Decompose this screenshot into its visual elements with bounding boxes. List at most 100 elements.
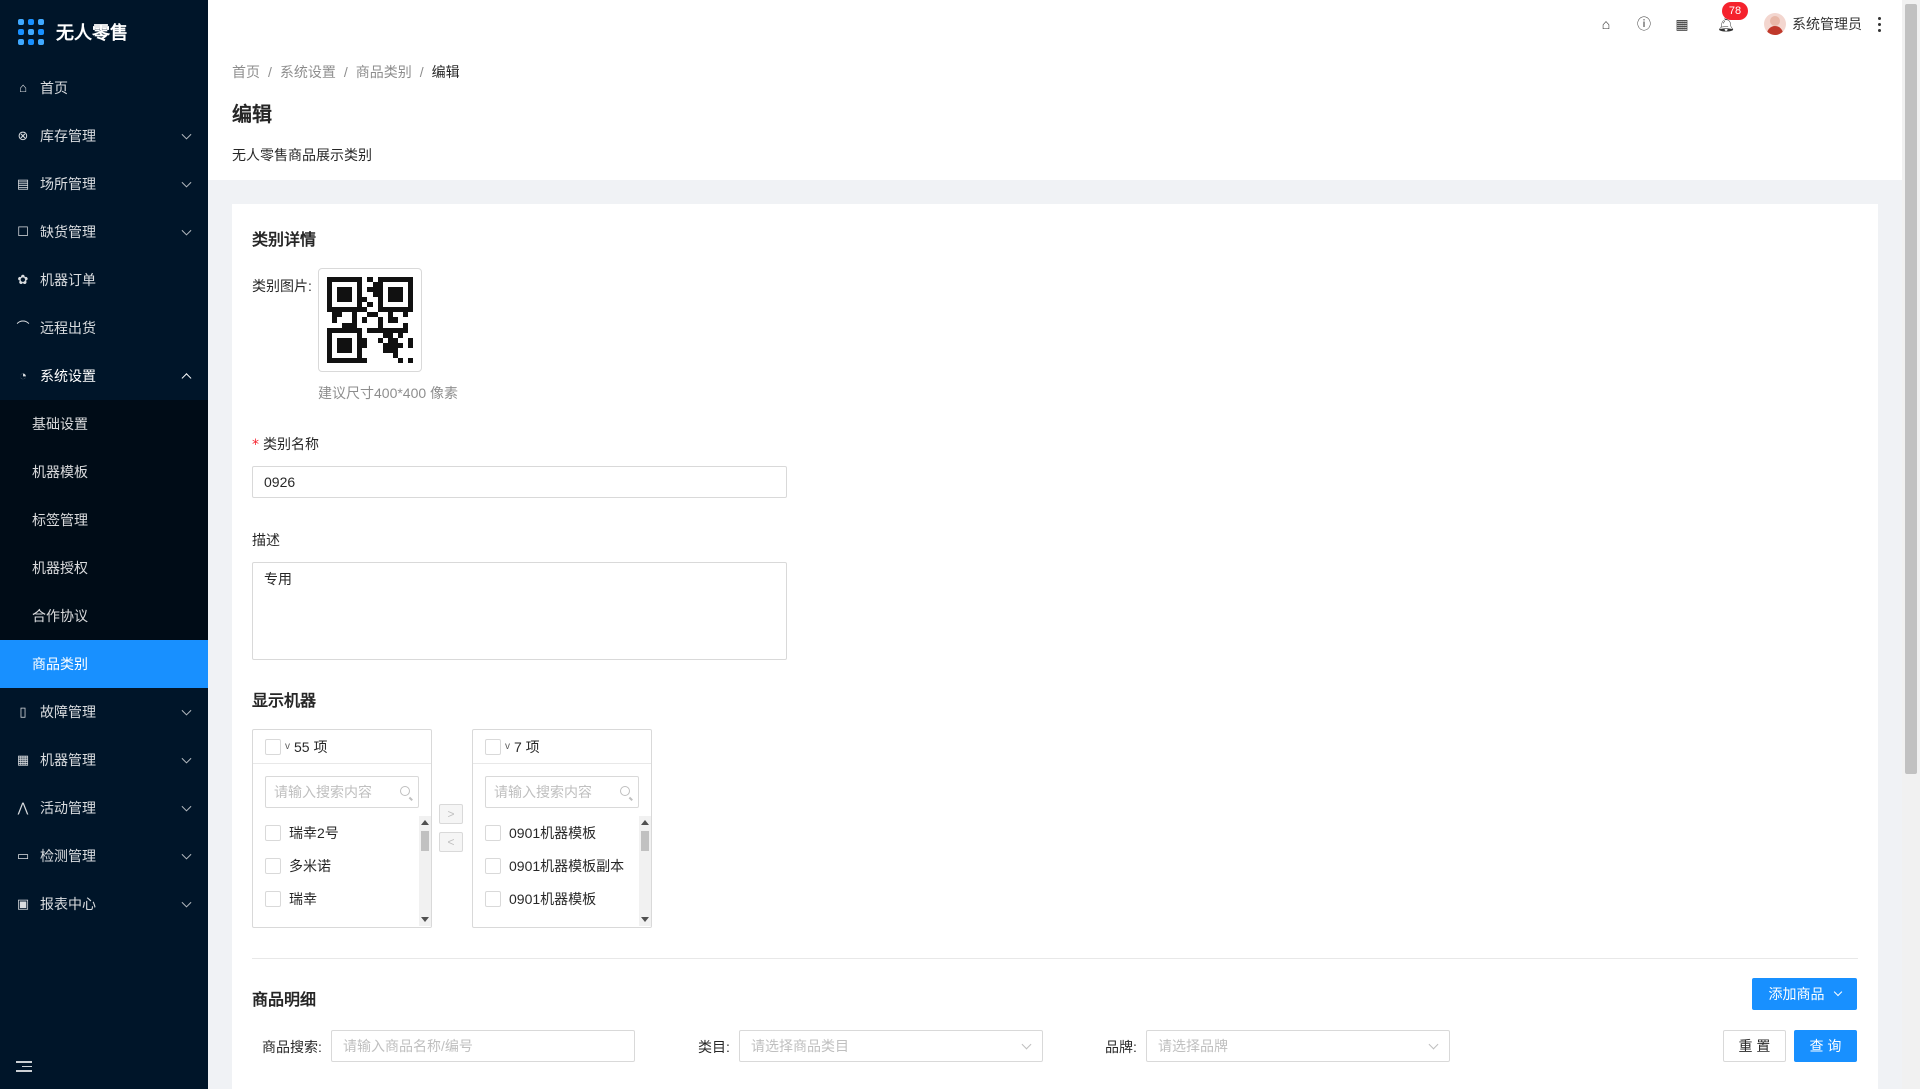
sidebar-item-label: 库存管理 <box>40 128 96 144</box>
sidebar-item-label: 故障管理 <box>40 704 96 720</box>
sidebar-item-report[interactable]: ▣ 报表中心 <box>0 880 208 928</box>
notification-bell-icon[interactable]: 🔔︎ 78 <box>1717 2 1748 32</box>
category-label: 类目: <box>698 1039 730 1055</box>
sidebar-item-venue[interactable]: ▤ 场所管理 <box>0 160 208 208</box>
select-all-checkbox[interactable] <box>265 738 281 755</box>
apps-grid-icon[interactable]: ▦ <box>1674 16 1690 32</box>
sidebar-item-label: 活动管理 <box>40 800 96 816</box>
caret-down-icon[interactable]: v <box>285 741 290 752</box>
activity-icon: ⋀ <box>17 800 29 815</box>
sidebar-item-product-category[interactable]: 商品类别 <box>0 640 208 688</box>
source-items: 瑞幸2号 多米诺 瑞幸 <box>253 816 431 926</box>
page-title: 编辑 <box>232 104 272 126</box>
more-vertical-icon[interactable] <box>1878 16 1882 32</box>
list-item[interactable]: 0901机器模板副本 <box>473 849 651 882</box>
user-name: 系统管理员 <box>1792 16 1862 32</box>
item-checkbox[interactable] <box>265 857 281 874</box>
breadcrumb-current: 编辑 <box>431 64 460 80</box>
sidebar-item-machine-auth[interactable]: 机器授权 <box>0 544 208 592</box>
caret-down-icon[interactable]: v <box>505 741 510 752</box>
sidebar-item-label: 检测管理 <box>40 848 96 864</box>
transfer-target-list: v 7 项 请输入搜索内容 0901机器模板 0901机器模板副本 0901机器… <box>472 729 652 928</box>
search-icon <box>620 786 630 796</box>
page-scrollbar[interactable] <box>1902 0 1920 1089</box>
brand-select[interactable]: 请选择品牌 <box>1146 1030 1450 1062</box>
products-section-title: 商品明细 <box>252 992 317 1009</box>
home-icon[interactable]: ⌂ <box>1598 16 1614 32</box>
sidebar-item-orders[interactable]: ✿ 机器订单 <box>0 256 208 304</box>
item-checkbox[interactable] <box>485 857 501 874</box>
move-left-button[interactable]: < <box>439 832 463 852</box>
item-checkbox[interactable] <box>485 890 501 907</box>
list-item[interactable]: 瑞幸 <box>253 882 431 915</box>
item-checkbox[interactable] <box>485 824 501 841</box>
app-title: 无人零售 <box>56 23 128 43</box>
sidebar-item-settings[interactable]: ◔ 系统设置 <box>0 352 208 400</box>
shortage-icon: ☐ <box>17 224 29 239</box>
detail-section-title: 类别详情 <box>252 232 317 249</box>
item-checkbox[interactable] <box>265 890 281 907</box>
breadcrumb: 首页 / 系统设置 / 商品类别 / 编辑 <box>232 62 460 82</box>
sidebar: 无人零售 ⌂ 首页 ⊗ 库存管理 ▤ 场所管理 ☐ 缺货管理 ✿ 机器订单 ⌒ … <box>0 0 208 1089</box>
machines-section-title: 显示机器 <box>252 693 317 710</box>
report-icon: ▣ <box>16 896 30 911</box>
sidebar-item-basic-settings[interactable]: 基础设置 <box>0 400 208 448</box>
settings-submenu: 基础设置 机器模板 标签管理 机器授权 合作协议 商品类别 <box>0 400 208 688</box>
reset-button[interactable]: 重 置 <box>1723 1030 1786 1062</box>
sidebar-item-tag-management[interactable]: 标签管理 <box>0 496 208 544</box>
list-scrollbar[interactable] <box>419 816 431 926</box>
sidebar-item-inspection[interactable]: ▭ 检测管理 <box>0 832 208 880</box>
sidebar-item-shortage[interactable]: ☐ 缺货管理 <box>0 208 208 256</box>
target-search-input[interactable]: 请输入搜索内容 <box>485 776 639 808</box>
chevron-up-icon <box>181 373 192 384</box>
breadcrumb-settings[interactable]: 系统设置 <box>280 62 336 82</box>
menu-fold-icon[interactable] <box>16 1061 32 1075</box>
item-checkbox[interactable] <box>265 824 281 841</box>
select-all-checkbox[interactable] <box>485 738 501 755</box>
chevron-down-icon <box>181 129 192 140</box>
app-logo[interactable]: 无人零售 <box>0 0 208 64</box>
chevron-down-icon <box>1428 1039 1439 1050</box>
source-count: 55 项 <box>294 738 328 755</box>
list-scrollbar[interactable] <box>639 816 651 926</box>
sidebar-item-activity[interactable]: ⋀ 活动管理 <box>0 784 208 832</box>
sidebar-item-remote-ship[interactable]: ⌒ 远程出货 <box>0 304 208 352</box>
help-icon[interactable]: ⓘ <box>1636 16 1652 32</box>
page-header: 首页 / 系统设置 / 商品类别 / 编辑 编辑 无人零售商品展示类别 <box>208 48 1902 180</box>
category-select[interactable]: 请选择商品类目 <box>739 1030 1043 1062</box>
category-image-upload[interactable] <box>318 268 422 372</box>
user-menu[interactable]: 系统管理员 <box>1764 13 1862 35</box>
machine-icon: ▦ <box>16 752 30 767</box>
sidebar-item-agreement[interactable]: 合作协议 <box>0 592 208 640</box>
sidebar-item-label: 场所管理 <box>40 176 96 192</box>
sidebar-item-machine-template[interactable]: 机器模板 <box>0 448 208 496</box>
inventory-icon: ⊗ <box>17 128 29 143</box>
sidebar-item-machine[interactable]: ▦ 机器管理 <box>0 736 208 784</box>
chevron-down-icon <box>181 897 192 908</box>
sidebar-item-home[interactable]: ⌂ 首页 <box>0 64 208 112</box>
breadcrumb-category[interactable]: 商品类别 <box>356 62 412 82</box>
brand-label: 品牌: <box>1105 1039 1137 1055</box>
source-search-input[interactable]: 请输入搜索内容 <box>265 776 419 808</box>
venue-icon: ▤ <box>16 176 30 191</box>
sidebar-item-inventory[interactable]: ⊗ 库存管理 <box>0 112 208 160</box>
list-item[interactable]: 瑞幸2号 <box>253 816 431 849</box>
query-button[interactable]: 查 询 <box>1794 1030 1857 1062</box>
description-label: 描述 <box>252 532 280 548</box>
list-item[interactable]: 0901机器模板 <box>473 882 651 915</box>
category-name-input[interactable]: 0926 <box>252 466 787 498</box>
sidebar-item-fault[interactable]: ▯ 故障管理 <box>0 688 208 736</box>
description-textarea[interactable]: 专用 <box>252 562 787 660</box>
chevron-down-icon <box>181 225 192 236</box>
transfer-source-list: v 55 项 请输入搜索内容 瑞幸2号 多米诺 瑞幸 <box>252 729 432 928</box>
list-item[interactable]: 0901机器模板 <box>473 816 651 849</box>
fault-icon: ▯ <box>19 704 27 719</box>
add-product-button[interactable]: 添加商品 <box>1752 978 1857 1010</box>
move-right-button[interactable]: > <box>439 804 463 824</box>
name-label: * 类别名称 <box>252 436 319 453</box>
product-search-input[interactable]: 请输入商品名称/编号 <box>331 1030 635 1062</box>
order-icon: ✿ <box>17 272 29 287</box>
sidebar-item-label: 机器订单 <box>40 272 96 288</box>
breadcrumb-home[interactable]: 首页 <box>232 62 260 82</box>
list-item[interactable]: 多米诺 <box>253 849 431 882</box>
